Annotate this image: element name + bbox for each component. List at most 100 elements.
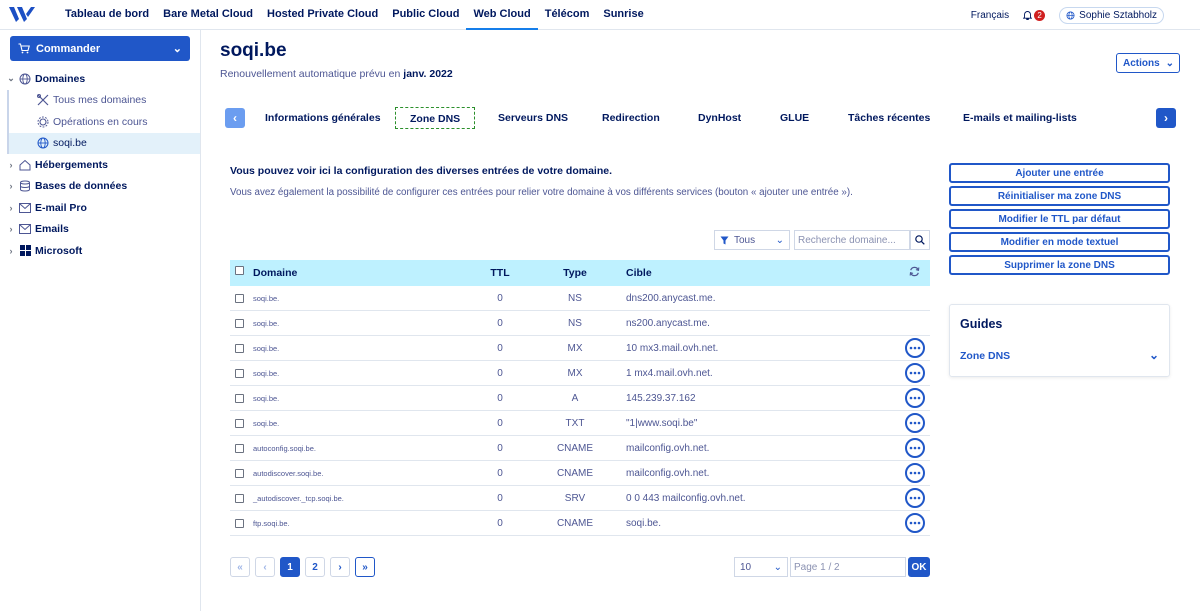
record-target: "1|www.soqi.be" [626, 417, 698, 429]
page-button-1[interactable]: 1 [280, 557, 300, 577]
sidebar-item-domaines[interactable]: ⌄ Domaines [0, 68, 200, 90]
sidebar-item-soqi-be[interactable]: soqi.be [7, 132, 200, 154]
sidebar-item-operations[interactable]: Opérations en cours [7, 111, 200, 133]
page-size-select[interactable]: 10 ⌄ [734, 557, 788, 577]
nav-link-t-l-com[interactable]: Télécom [538, 0, 597, 30]
tab-recent-tasks[interactable]: Tâches récentes [848, 107, 930, 129]
edit-default-ttl-button[interactable]: Modifier le TTL par défaut [949, 209, 1170, 229]
type-filter-select[interactable]: Tous ⌄ [714, 230, 790, 250]
row-checkbox[interactable] [235, 518, 244, 528]
sidebar-item-databases[interactable]: › Bases de données [0, 176, 200, 198]
nav-link-tableau-de-bord[interactable]: Tableau de bord [58, 0, 156, 30]
sidebar-item-all-domains[interactable]: Tous mes domaines [7, 89, 200, 111]
last-page-button[interactable]: » [355, 557, 375, 577]
row-checkbox[interactable] [235, 418, 244, 428]
page-button-2[interactable]: 2 [305, 557, 325, 577]
column-header-target[interactable]: Cible [626, 267, 652, 279]
text-mode-button[interactable]: Modifier en mode textuel [949, 232, 1170, 252]
more-icon [909, 496, 921, 500]
row-checkbox[interactable] [235, 393, 244, 403]
tab-glue[interactable]: GLUE [780, 107, 809, 129]
record-target: 10 mx3.mail.ovh.net. [626, 342, 719, 354]
record-domain: autodiscover.soqi.be. [253, 468, 324, 478]
go-page-button[interactable]: OK [908, 557, 930, 577]
ovh-logo-icon[interactable] [8, 5, 36, 23]
table-body: soqi.be. 0 NS dns200.anycast.me. soqi.be. 0 NS… [230, 286, 930, 536]
row-actions-menu-button[interactable] [905, 438, 925, 458]
row-actions-menu-button[interactable] [905, 413, 925, 433]
tab-general-info[interactable]: Informations générales [265, 107, 381, 129]
row-checkbox[interactable] [235, 368, 244, 378]
tabs-scroll-right-button[interactable]: › [1156, 108, 1176, 128]
column-header-type[interactable]: Type [550, 267, 600, 279]
row-actions-menu-button[interactable] [905, 463, 925, 483]
select-all-checkbox[interactable] [235, 266, 244, 275]
renewal-prefix: Renouvellement automatique prévu en [220, 68, 404, 80]
guide-link-dns-zone[interactable]: Zone DNS [960, 350, 1010, 362]
sidebar-item-email-pro[interactable]: › E-mail Pro [0, 197, 200, 219]
tabs-scroll-left-button[interactable]: ‹ [225, 108, 245, 128]
row-checkbox[interactable] [235, 443, 244, 453]
record-target: mailconfig.ovh.net. [626, 467, 710, 479]
table-row: soqi.be. 0 NS ns200.anycast.me. [230, 311, 930, 336]
refresh-icon[interactable] [909, 266, 920, 280]
chevron-down-icon[interactable]: ⌄ [1149, 348, 1159, 362]
sidebar-item-microsoft[interactable]: › Microsoft [0, 240, 200, 262]
row-checkbox[interactable] [235, 293, 244, 303]
table-row: soqi.be. 0 NS dns200.anycast.me. [230, 286, 930, 311]
sidebar-item-hebergements[interactable]: › Hébergements [0, 154, 200, 176]
delete-dns-zone-button[interactable]: Supprimer la zone DNS [949, 255, 1170, 275]
envelope-icon [18, 222, 32, 236]
nav-link-hosted-private-cloud[interactable]: Hosted Private Cloud [260, 0, 385, 30]
nav-link-web-cloud[interactable]: Web Cloud [466, 0, 538, 30]
chevron-down-icon: ⌄ [773, 561, 782, 573]
tools-icon [36, 93, 50, 107]
top-nav-links: Tableau de bord Bare Metal Cloud Hosted Pr… [58, 0, 651, 30]
tab-emails-mailing-lists[interactable]: E-mails et mailing-lists [963, 107, 1077, 129]
prev-page-button[interactable]: ‹ [255, 557, 275, 577]
tab-dynhost[interactable]: DynHost [698, 107, 741, 129]
record-ttl: 0 [497, 442, 503, 454]
record-type: MX [567, 367, 583, 379]
chevron-down-icon: ⌄ [1165, 57, 1175, 69]
row-checkbox[interactable] [235, 468, 244, 478]
page-number-input[interactable]: Page 1 / 2 [790, 557, 906, 577]
tab-redirection[interactable]: Redirection [602, 107, 660, 129]
language-selector[interactable]: Français [971, 10, 1009, 21]
record-domain: autoconfig.soqi.be. [253, 443, 316, 453]
nav-link-bare-metal-cloud[interactable]: Bare Metal Cloud [156, 0, 260, 30]
page-size-value: 10 [740, 561, 752, 573]
nav-link-public-cloud[interactable]: Public Cloud [385, 0, 466, 30]
notifications-button[interactable]: 2 [1023, 9, 1046, 21]
row-checkbox[interactable] [235, 493, 244, 503]
next-page-button[interactable]: › [330, 557, 350, 577]
first-page-button[interactable]: « [230, 557, 250, 577]
tab-dns-servers[interactable]: Serveurs DNS [498, 107, 568, 129]
record-ttl: 0 [497, 467, 503, 479]
reset-dns-zone-button[interactable]: Réinitialiser ma zone DNS [949, 186, 1170, 206]
column-header-ttl[interactable]: TTL [470, 267, 530, 279]
row-actions-menu-button[interactable] [905, 488, 925, 508]
row-actions-menu-button[interactable] [905, 388, 925, 408]
record-type: CNAME [556, 467, 594, 479]
commander-button[interactable]: Commander ⌄ [10, 36, 190, 61]
sidebar-item-label: Tous mes domaines [53, 94, 147, 107]
domain-search-input[interactable]: Recherche domaine... [794, 230, 910, 250]
row-actions-menu-button[interactable] [905, 363, 925, 383]
globe-icon [36, 136, 50, 150]
actions-label: Actions [1123, 57, 1160, 69]
search-button[interactable] [910, 230, 930, 250]
row-checkbox[interactable] [235, 318, 244, 328]
actions-button[interactable]: Actions ⌄ [1116, 53, 1180, 73]
user-menu-button[interactable]: Sophie Sztabholz [1059, 6, 1164, 24]
sidebar-item-label: Emails [35, 223, 69, 236]
guides-panel: Guides Zone DNS ⌄ [949, 304, 1170, 377]
tab-dns-zone[interactable]: Zone DNS [395, 107, 476, 129]
nav-link-sunrise[interactable]: Sunrise [596, 0, 650, 30]
row-actions-menu-button[interactable] [905, 513, 925, 533]
column-header-domain[interactable]: Domaine [253, 267, 297, 279]
row-actions-menu-button[interactable] [905, 338, 925, 358]
row-checkbox[interactable] [235, 343, 244, 353]
add-entry-button[interactable]: Ajouter une entrée [949, 163, 1170, 183]
sidebar-item-emails[interactable]: › Emails [0, 219, 200, 241]
